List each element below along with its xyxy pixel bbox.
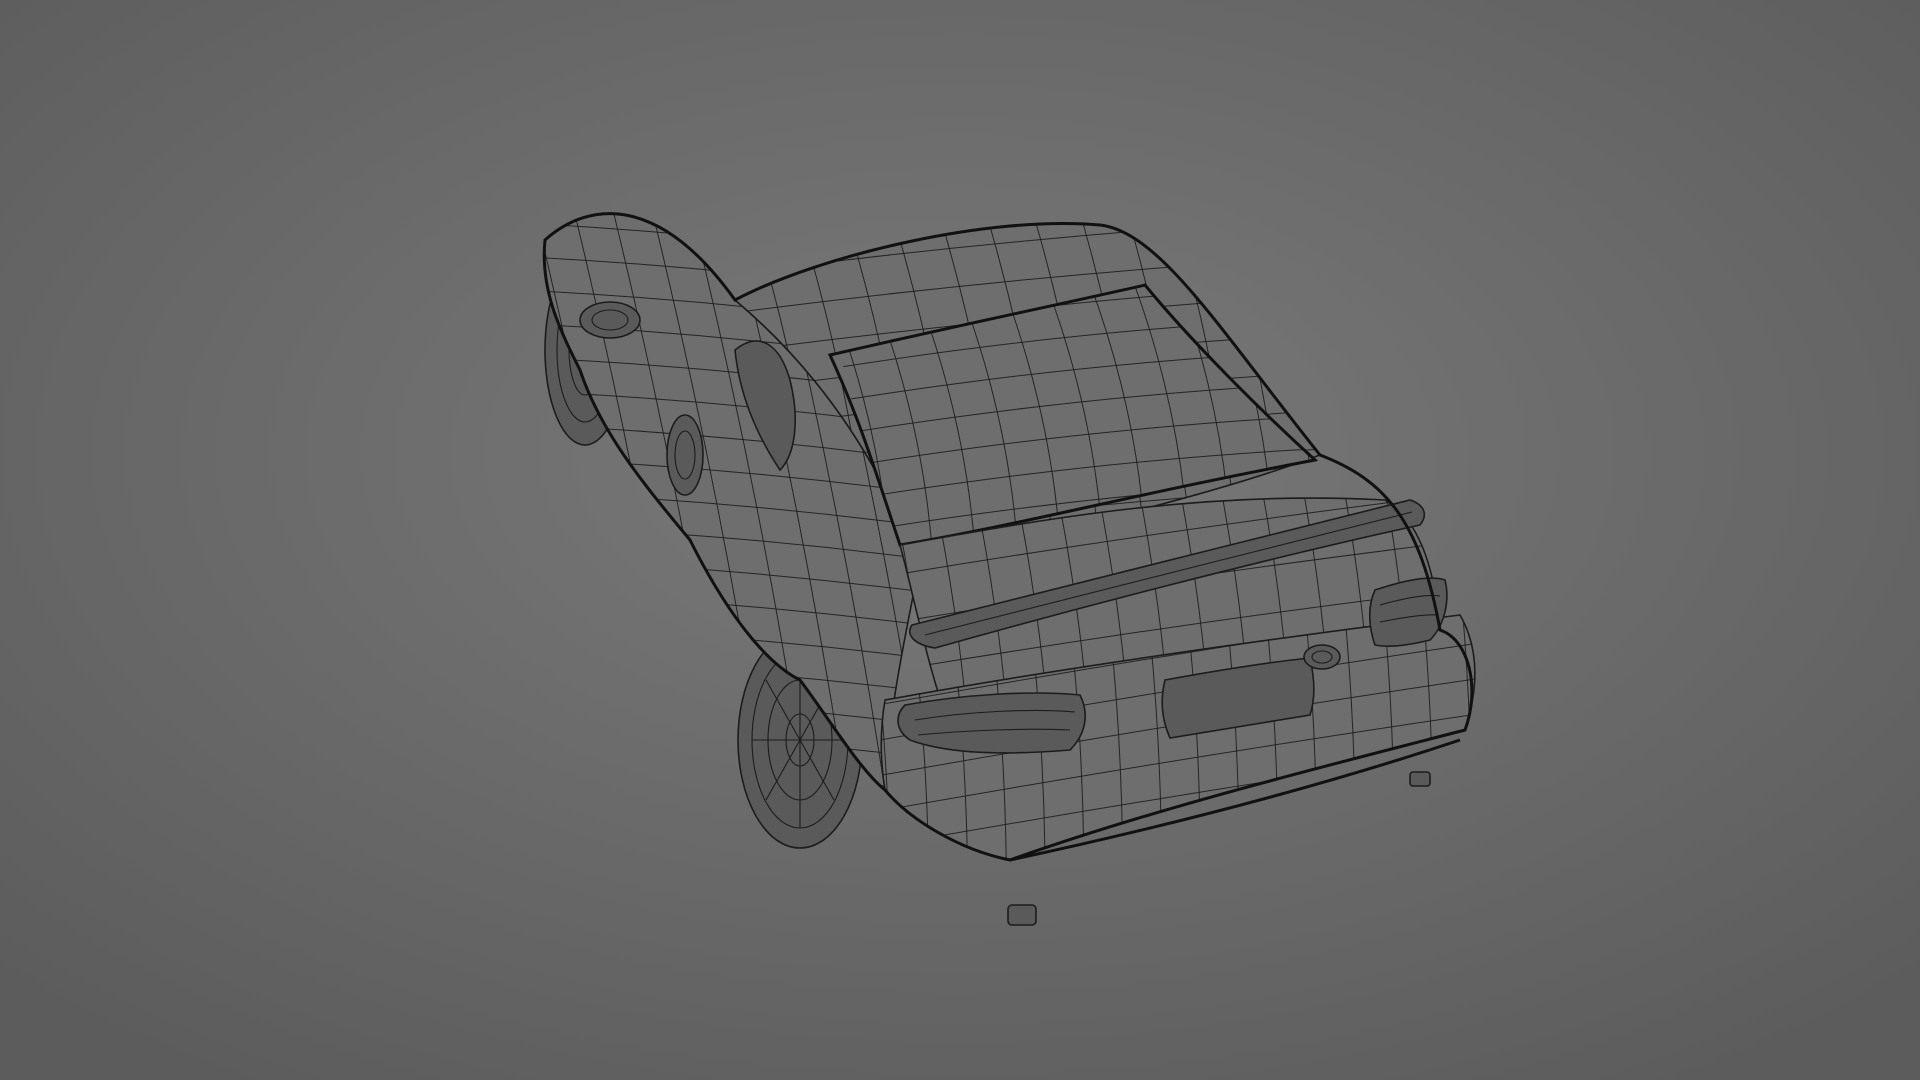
tail-light-left [897,692,1086,754]
rear-badge [1303,644,1341,670]
side-mirror [579,301,641,339]
fuel-cap [666,414,704,496]
wireframe-scene [0,0,1920,1080]
render-viewport[interactable] [0,0,1920,1080]
